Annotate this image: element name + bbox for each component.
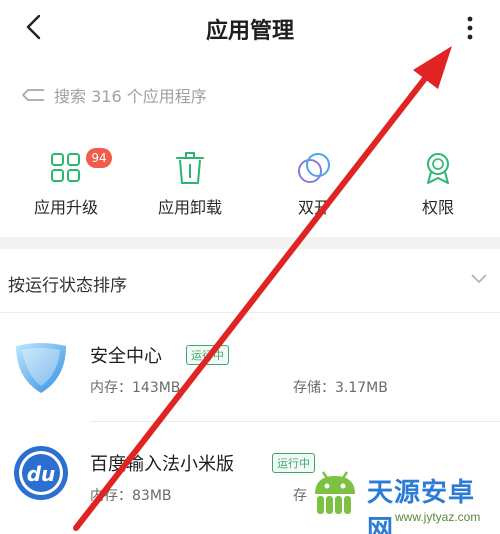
action-app-upgrade[interactable]: 94 应用升级 (16, 145, 116, 225)
sort-selector[interactable]: 按运行状态排序 (0, 249, 500, 313)
trash-icon (176, 152, 204, 184)
action-dual-apps[interactable]: 双开 (264, 145, 364, 225)
app-storage: 存储：3.17MB (293, 380, 388, 396)
watermark-url: www.jytyaz.com (395, 510, 481, 524)
grid-apps-icon (51, 153, 80, 182)
ribbon-badge-icon (427, 153, 449, 184)
svg-text:du: du (27, 462, 56, 486)
android-logo-icon (315, 471, 355, 514)
top-bar: 应用管理 (0, 0, 500, 60)
shield-icon (16, 343, 66, 393)
update-count-badge: 94 (86, 148, 112, 168)
app-list-item[interactable]: 安全中心 运行中 内存：143MB 存储：3.17MB (0, 314, 500, 420)
action-label: 双开 (297, 198, 330, 217)
chevron-down-icon (471, 274, 487, 283)
app-memory: 内存：83MB (90, 488, 172, 504)
page-title: 应用管理 (205, 19, 294, 44)
du-logo-icon: du (14, 446, 68, 500)
search-placeholder: 搜索 316 个应用程序 (54, 87, 207, 106)
more-vertical-icon (467, 16, 473, 40)
dual-circles-icon (298, 153, 330, 183)
sort-label: 按运行状态排序 (8, 276, 127, 296)
action-label: 权限 (421, 198, 454, 217)
more-options-button[interactable] (458, 12, 482, 44)
app-memory: 内存：143MB (90, 380, 181, 396)
site-watermark: 天源安卓网 www.jytyaz.com (305, 462, 500, 534)
quick-actions: 94 应用升级 应用卸载 双开 权限 (0, 145, 500, 225)
running-status-badge: 运行中 (186, 345, 229, 365)
app-name: 安全中心 (90, 346, 162, 367)
app-name: 百度输入法小米版 (90, 454, 234, 475)
action-label: 应用升级 (33, 198, 98, 217)
action-app-uninstall[interactable]: 应用卸载 (140, 145, 240, 225)
section-divider (0, 237, 500, 249)
search-bar[interactable]: 搜索 316 个应用程序 (20, 80, 207, 110)
search-back-icon (22, 89, 44, 101)
action-label: 应用卸载 (157, 198, 222, 217)
action-permissions[interactable]: 权限 (388, 145, 488, 225)
watermark-title: 天源安卓网 (367, 478, 476, 534)
